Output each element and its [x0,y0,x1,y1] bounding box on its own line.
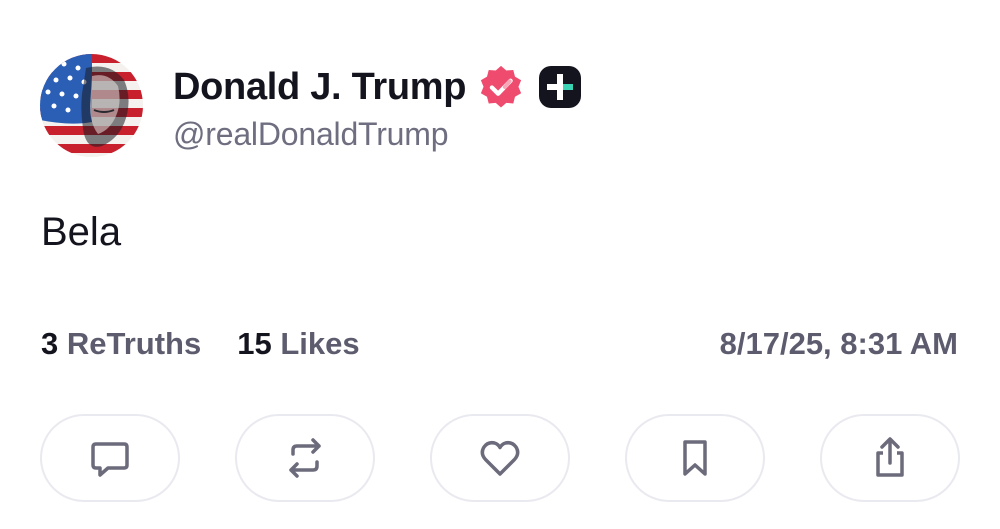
comment-icon [91,442,129,477]
post-stats: 3 ReTruths 15 Likes [41,322,360,366]
likes-label: Likes [280,326,360,361]
heart-icon [480,440,520,476]
likes-stat[interactable]: 15 Likes [237,326,359,362]
retruths-count: 3 [41,326,59,361]
verified-badge-icon [481,65,522,108]
likes-count: 15 [237,326,272,361]
reply-button[interactable] [40,414,180,502]
avatar-image [40,54,143,157]
post-body-text: Bela [41,210,122,254]
action-bar [40,414,960,504]
retruth-button[interactable] [235,414,375,502]
author-name-row: Donald J. Trump [173,62,582,112]
bookmark-icon [683,440,707,476]
share-button[interactable] [820,414,960,502]
post-timestamp: 8/17/25, 8:31 AM [719,326,958,361]
like-button[interactable] [430,414,570,502]
author-handle[interactable]: @realDonaldTrump [173,116,449,153]
display-name[interactable]: Donald J. Trump [173,66,467,109]
retruths-label: ReTruths [66,326,202,361]
avatar[interactable] [40,54,143,157]
retruth-icon [289,438,321,478]
bookmark-button[interactable] [625,414,765,502]
share-icon [876,437,904,477]
retruths-stat[interactable]: 3 ReTruths [41,326,201,362]
truth-plus-badge-icon [539,66,582,108]
